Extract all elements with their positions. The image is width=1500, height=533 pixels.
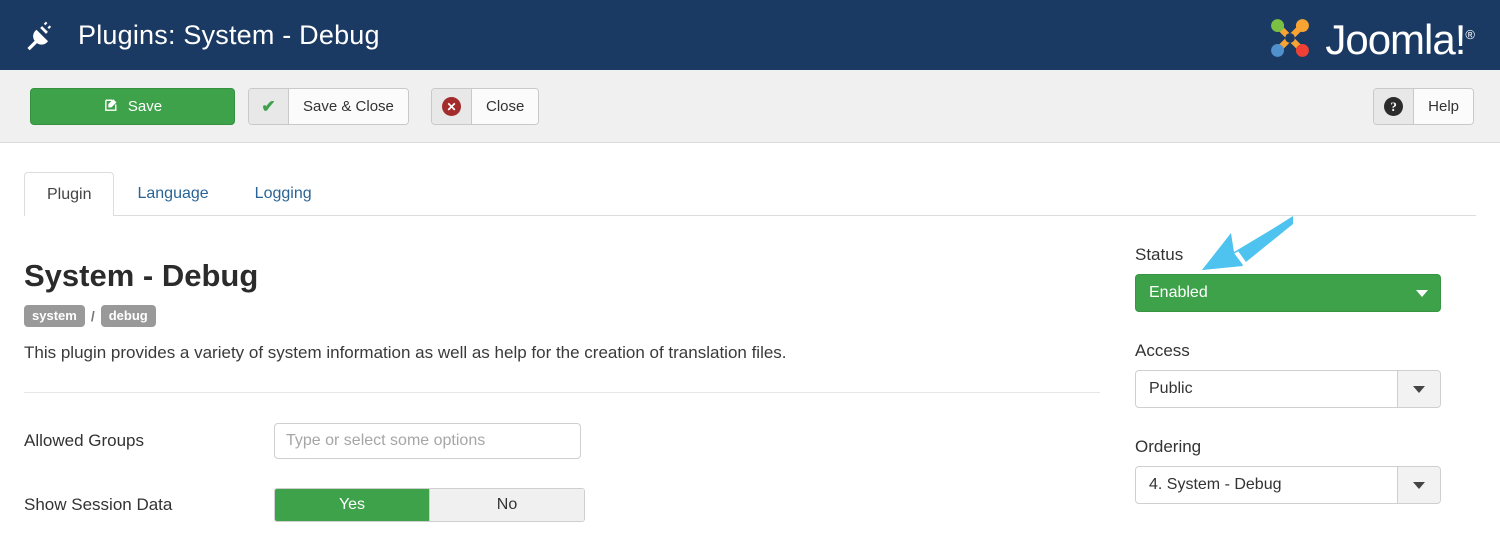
status-label: Status xyxy=(1135,245,1184,264)
registered-mark: ® xyxy=(1465,27,1475,42)
page-title-header: Plugins: System - Debug xyxy=(78,19,380,50)
toolbar: Save ✔ Save & Close ✕ Close ? Help xyxy=(0,70,1500,143)
joomla-wordmark: Joomla!® xyxy=(1325,16,1475,63)
chevron-down-icon xyxy=(1404,275,1440,311)
chevron-down-icon xyxy=(1397,371,1440,408)
allowed-groups-input[interactable] xyxy=(274,423,581,459)
tab-bar: Plugin Language Logging xyxy=(24,170,1476,216)
status-field: Status Enabled xyxy=(1135,245,1441,313)
toggle-option-yes[interactable]: Yes xyxy=(275,489,429,521)
joomla-logo: Joomla!® xyxy=(1263,8,1475,67)
section-divider xyxy=(24,392,1100,393)
save-close-button-label: Save & Close xyxy=(289,89,408,124)
app-header: Plugins: System - Debug Joomla!® xyxy=(0,0,1500,70)
status-select[interactable]: Enabled xyxy=(1135,274,1441,313)
tab-language[interactable]: Language xyxy=(114,171,231,215)
tab-logging[interactable]: Logging xyxy=(232,171,335,215)
show-session-data-label: Show Session Data xyxy=(24,494,173,514)
x-circle-icon: ✕ xyxy=(432,89,472,124)
access-label: Access xyxy=(1135,341,1190,360)
tab-plugin[interactable]: Plugin xyxy=(24,171,115,216)
status-select-value: Enabled xyxy=(1149,284,1208,302)
plugin-type-badges: system / debug xyxy=(24,305,156,327)
joomla-mark-icon xyxy=(1263,11,1317,65)
allowed-groups-label: Allowed Groups xyxy=(24,430,145,450)
header-left-group: Plugins: System - Debug xyxy=(0,18,380,52)
save-button-label: Save xyxy=(127,98,163,115)
help-button-label: Help xyxy=(1414,89,1473,124)
plug-icon xyxy=(22,18,56,52)
edit-square-icon xyxy=(103,96,120,117)
ordering-field: Ordering 4. System - Debug xyxy=(1135,437,1441,505)
access-select-value: Public xyxy=(1149,380,1193,398)
help-button[interactable]: ? Help xyxy=(1373,88,1474,125)
question-circle-icon: ? xyxy=(1374,89,1415,124)
badge-separator: / xyxy=(90,307,95,324)
badge-element: debug xyxy=(100,305,156,327)
field-show-session-data: Show Session Data Yes No xyxy=(24,488,585,522)
access-select[interactable]: Public xyxy=(1135,370,1441,409)
save-close-button[interactable]: ✔ Save & Close xyxy=(248,88,409,125)
ordering-select[interactable]: 4. System - Debug xyxy=(1135,466,1441,505)
show-session-data-toggle[interactable]: Yes No xyxy=(274,488,585,522)
plugin-description: This plugin provides a variety of system… xyxy=(24,343,787,362)
badge-folder: system xyxy=(24,305,85,327)
page-title: System - Debug xyxy=(24,258,259,293)
close-button-label: Close xyxy=(472,89,539,124)
ordering-select-value: 4. System - Debug xyxy=(1149,476,1282,494)
save-button[interactable]: Save xyxy=(30,88,235,125)
ordering-label: Ordering xyxy=(1135,437,1202,456)
field-allowed-groups: Allowed Groups xyxy=(24,423,581,459)
check-icon: ✔ xyxy=(249,89,289,124)
close-button[interactable]: ✕ Close xyxy=(431,88,540,125)
chevron-down-icon xyxy=(1397,467,1440,504)
access-field: Access Public xyxy=(1135,341,1441,409)
toggle-option-no[interactable]: No xyxy=(429,489,584,521)
